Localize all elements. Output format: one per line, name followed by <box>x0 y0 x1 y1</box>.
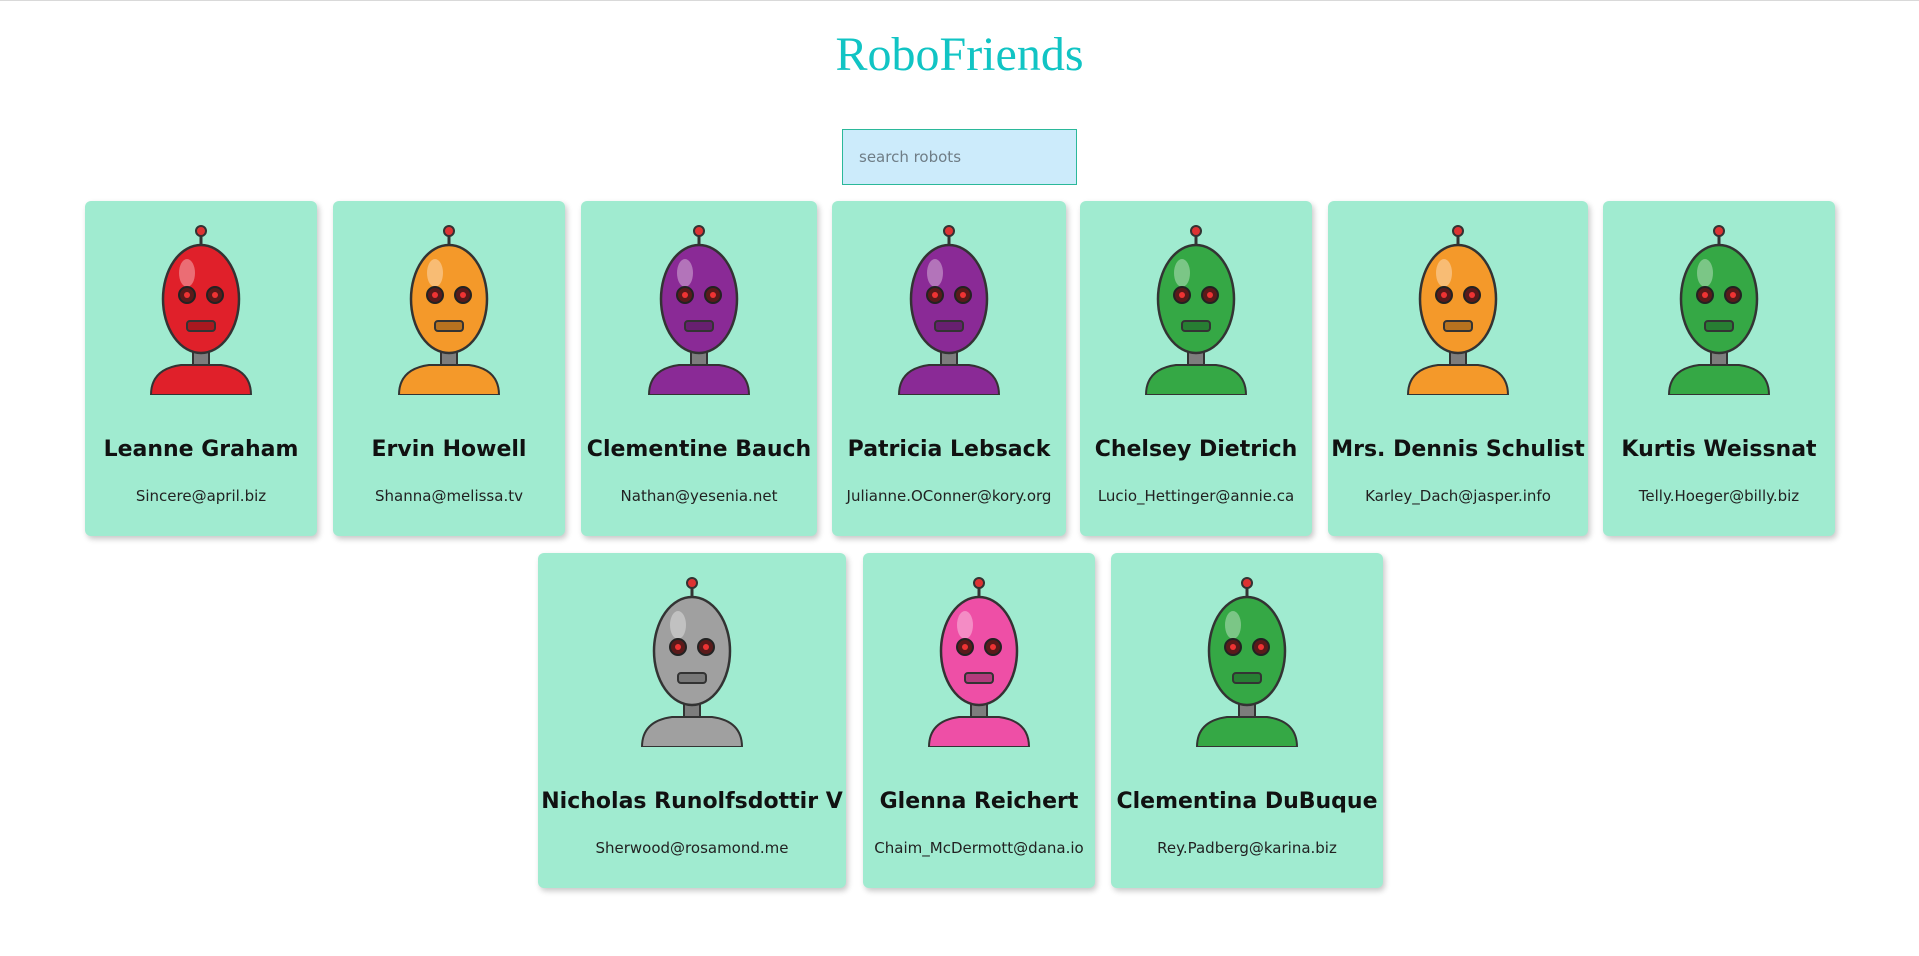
robot-name: Mrs. Dennis Schulist <box>1331 437 1585 462</box>
page-title: RoboFriends <box>835 28 1084 81</box>
robot-avatar <box>1195 577 1299 747</box>
robot-name: Patricia Lebsack <box>847 437 1051 462</box>
robot-avatar <box>927 577 1031 747</box>
robot-email: Rey.Padberg@karina.biz <box>1157 839 1337 857</box>
robot-card[interactable]: Leanne Graham Sincere@april.biz <box>85 201 317 536</box>
robot-card[interactable]: Clementine Bauch Nathan@yesenia.net <box>581 201 817 536</box>
robot-email: Sherwood@rosamond.me <box>595 839 789 857</box>
robot-card[interactable]: Nicholas Runolfsdottir V Sherwood@rosamon… <box>538 553 846 888</box>
robot-avatar <box>1667 225 1771 395</box>
robot-email: Karley_Dach@jasper.info <box>1365 487 1551 505</box>
robot-name: Ervin Howell <box>371 437 527 462</box>
robot-name: Clementine Bauch <box>586 437 812 462</box>
robot-card[interactable]: Ervin Howell Shanna@melissa.tv <box>333 201 565 536</box>
robot-card[interactable]: Chelsey Dietrich Lucio_Hettinger@annie.ca <box>1080 201 1312 536</box>
robot-avatar <box>1144 225 1248 395</box>
robot-name: Leanne Graham <box>103 437 299 462</box>
robot-card[interactable]: Clementina DuBuque Rey.Padberg@karina.biz <box>1111 553 1383 888</box>
search-input[interactable] <box>842 129 1077 185</box>
robot-card[interactable]: Mrs. Dennis Schulist Karley_Dach@jasper.i… <box>1328 201 1588 536</box>
robot-avatar <box>1406 225 1510 395</box>
robot-email: Shanna@melissa.tv <box>375 487 523 505</box>
robot-name: Kurtis Weissnat <box>1621 437 1817 462</box>
robot-avatar <box>640 577 744 747</box>
robot-email: Nathan@yesenia.net <box>620 487 778 505</box>
robot-email: Lucio_Hettinger@annie.ca <box>1097 487 1295 505</box>
robot-avatar <box>647 225 751 395</box>
robot-avatar <box>897 225 1001 395</box>
robot-email: Telly.Hoeger@billy.biz <box>1638 487 1800 505</box>
robot-avatar <box>397 225 501 395</box>
robot-email: Chaim_McDermott@dana.io <box>874 839 1084 857</box>
robot-name: Chelsey Dietrich <box>1094 437 1298 462</box>
robot-name: Clementina DuBuque <box>1116 789 1378 814</box>
robot-card[interactable]: Patricia Lebsack Julianne.OConner@kory.or… <box>832 201 1066 536</box>
robot-name: Nicholas Runolfsdottir V <box>541 789 843 814</box>
robot-name: Glenna Reichert <box>879 789 1079 814</box>
robot-avatar <box>149 225 253 395</box>
robot-email: Julianne.OConner@kory.org <box>846 487 1052 505</box>
robot-card[interactable]: Glenna Reichert Chaim_McDermott@dana.io <box>863 553 1095 888</box>
robot-card[interactable]: Kurtis Weissnat Telly.Hoeger@billy.biz <box>1603 201 1835 536</box>
robot-email: Sincere@april.biz <box>135 487 267 505</box>
